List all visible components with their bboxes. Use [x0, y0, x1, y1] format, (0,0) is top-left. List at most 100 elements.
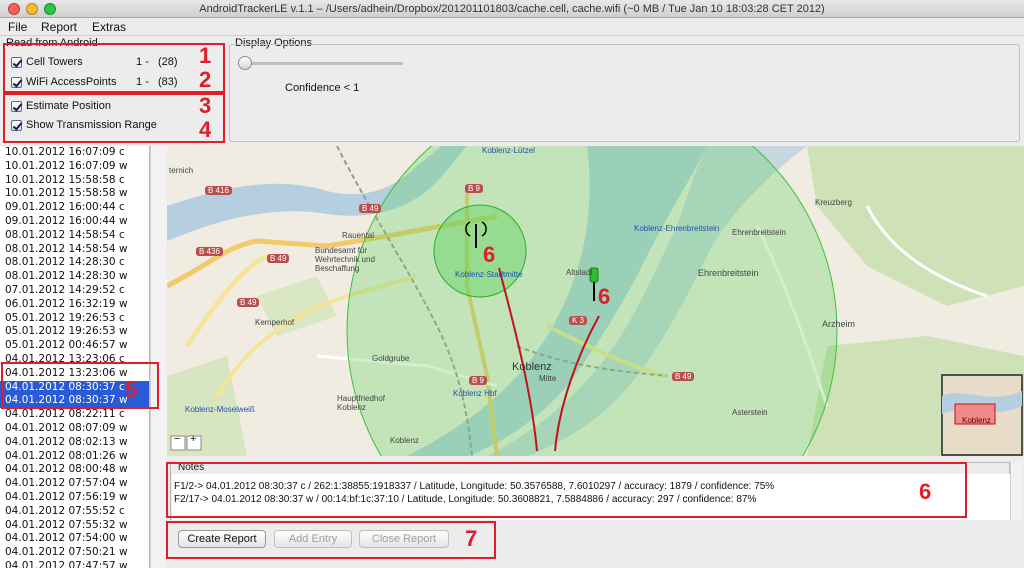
callout-number: 6 — [483, 242, 496, 267]
list-item[interactable]: 04.01.2012 07:55:52 c — [0, 505, 149, 519]
list-item[interactable]: 05.01.2012 00:46:57 w — [0, 339, 149, 353]
map-label: Arzheim — [822, 319, 856, 329]
road-shield: B 416 — [205, 186, 232, 195]
list-item[interactable]: 09.01.2012 16:00:44 w — [0, 215, 149, 229]
create-report-button[interactable]: Create Report — [178, 530, 266, 548]
road-shield: B 436 — [196, 247, 223, 256]
map-label: Kemperhof — [255, 318, 295, 327]
list-item[interactable]: 08.01.2012 14:58:54 w — [0, 243, 149, 257]
list-item[interactable]: 04.01.2012 07:47:57 w — [0, 560, 149, 568]
minimap-label: Koblenz — [962, 416, 991, 425]
list-item[interactable]: 04.01.2012 08:01:26 w — [0, 450, 149, 464]
wifi-label: WiFi AccessPoints — [26, 76, 117, 88]
map-label: Ehrenbreitstein — [698, 268, 759, 278]
road-shield: B 49 — [267, 254, 290, 263]
entry-list-scrollbar[interactable] — [150, 146, 167, 568]
map-label: Goldgrube — [372, 354, 410, 363]
estimate-position-checkbox[interactable] — [11, 100, 22, 112]
confidence-slider-track[interactable] — [240, 62, 403, 65]
callout-box-6 — [166, 462, 967, 518]
map-label: Koblenz-Lützel — [482, 146, 535, 155]
cell-towers-label: Cell Towers — [26, 56, 83, 68]
list-item[interactable]: 10.01.2012 15:58:58 w — [0, 187, 149, 201]
wifi-checkbox[interactable] — [11, 76, 22, 88]
callout-number: 3 — [199, 93, 212, 118]
add-entry-button[interactable]: Add Entry — [274, 530, 352, 548]
callout-number: 7 — [465, 526, 478, 551]
cell-towers-checkbox-row[interactable]: Cell Towers — [11, 54, 83, 70]
road-shield: B 9 — [465, 184, 484, 193]
minimize-window-icon[interactable] — [26, 3, 38, 15]
notes-scrollbar[interactable] — [1010, 462, 1022, 520]
confidence-slider-thumb[interactable] — [238, 56, 252, 70]
road-shield: B 49 — [237, 298, 260, 307]
list-item[interactable]: 04.01.2012 07:50:21 w — [0, 546, 149, 560]
map-label: Mitte — [539, 374, 557, 383]
map-label: Koblenz — [512, 361, 552, 373]
map-label: Hauptfriedhof Koblenz — [337, 394, 386, 412]
list-item[interactable]: 08.01.2012 14:28:30 w — [0, 270, 149, 284]
callout-number: 4 — [199, 117, 212, 142]
list-item[interactable]: 09.01.2012 16:00:44 c — [0, 201, 149, 215]
list-item[interactable]: 10.01.2012 16:07:09 c — [0, 146, 149, 160]
map-label: Ehrenbreitstein — [732, 228, 786, 237]
window-title-bar: AndroidTrackerLE v.1.1 – /Users/adhein/D… — [0, 0, 1024, 18]
menu-extras[interactable]: Extras — [92, 18, 126, 36]
estimate-position-checkbox-row[interactable]: Estimate Position — [11, 98, 111, 114]
list-item[interactable]: 04.01.2012 08:07:09 w — [0, 422, 149, 436]
list-item[interactable]: 07.01.2012 14:29:52 c — [0, 284, 149, 298]
list-item[interactable]: 04.01.2012 07:57:04 w — [0, 477, 149, 491]
list-item[interactable]: 04.01.2012 07:56:19 w — [0, 491, 149, 505]
map-label: Koblenz-Stadtmitte — [455, 270, 523, 279]
list-item[interactable]: 10.01.2012 16:07:09 w — [0, 160, 149, 174]
entry-list[interactable]: 10.01.2012 16:07:09 c 10.01.2012 16:07:09… — [0, 146, 150, 568]
map-label: Koblenz-Ehrenbreitstein — [634, 224, 720, 233]
close-report-button[interactable]: Close Report — [359, 530, 449, 548]
menu-bar: File Report Extras — [0, 18, 1024, 36]
callout-number: 1 — [199, 43, 212, 68]
road-shield: B 49 — [359, 204, 382, 213]
road-shield: K 3 — [569, 316, 588, 325]
wifi-range: 1 - — [136, 76, 149, 88]
menu-file[interactable]: File — [8, 18, 27, 36]
list-item[interactable]: 04.01.2012 07:54:00 w — [0, 532, 149, 546]
cell-towers-checkbox[interactable] — [11, 56, 22, 68]
estimate-position-label: Estimate Position — [26, 100, 111, 112]
list-item[interactable]: 05.01.2012 19:26:53 w — [0, 325, 149, 339]
zoom-out-label: − — [174, 433, 181, 445]
list-item[interactable]: 08.01.2012 14:28:30 c — [0, 256, 149, 270]
list-item[interactable]: 05.01.2012 19:26:53 c — [0, 312, 149, 326]
map-label: Koblenz Hbf — [453, 389, 497, 398]
window-title: AndroidTrackerLE v.1.1 – /Users/adhein/D… — [199, 3, 825, 15]
list-item[interactable]: 06.01.2012 16:32:19 w — [0, 298, 149, 312]
transmission-range-checkbox[interactable] — [11, 119, 22, 131]
map-label: Koblenz — [390, 436, 419, 445]
wifi-checkbox-row[interactable]: WiFi AccessPoints — [11, 74, 116, 90]
confidence-label: Confidence < 1 — [285, 82, 360, 94]
map-label: Asterstein — [732, 408, 768, 417]
zoom-window-icon[interactable] — [44, 3, 56, 15]
menu-report[interactable]: Report — [41, 18, 77, 36]
cell-towers-count: (28) — [158, 56, 178, 68]
map-label: Kreuzberg — [815, 198, 852, 207]
list-item[interactable]: 10.01.2012 15:58:58 c — [0, 174, 149, 188]
list-item[interactable]: 04.01.2012 08:22:11 c — [0, 408, 149, 422]
transmission-range-label: Show Transmission Range — [26, 119, 157, 131]
list-item[interactable]: 04.01.2012 07:55:32 w — [0, 519, 149, 533]
list-item[interactable]: 04.01.2012 08:00:48 w — [0, 463, 149, 477]
list-item[interactable]: 08.01.2012 14:58:54 c — [0, 229, 149, 243]
map-canvas[interactable] — [167, 146, 1024, 456]
road-shield: B 9 — [469, 376, 488, 385]
callout-number: 5 — [125, 377, 138, 402]
road-shield: B 49 — [672, 372, 695, 381]
transmission-range-checkbox-row[interactable]: Show Transmission Range — [11, 117, 157, 133]
callout-number: 6 — [919, 479, 932, 504]
callout-number: 2 — [199, 67, 212, 92]
map-label: Koblenz-Moselweiß — [185, 405, 255, 414]
cell-towers-range: 1 - — [136, 56, 149, 68]
list-item[interactable]: 04.01.2012 08:02:13 w — [0, 436, 149, 450]
map-label: Rauental — [342, 231, 375, 240]
close-window-icon[interactable] — [8, 3, 20, 15]
map-label: Bundesamt für Wehrtechnik und Beschaffun… — [315, 246, 375, 273]
map-view[interactable]: ternich B 416 B 436 B 49 B 49 B 49 B 49 … — [167, 146, 1024, 456]
